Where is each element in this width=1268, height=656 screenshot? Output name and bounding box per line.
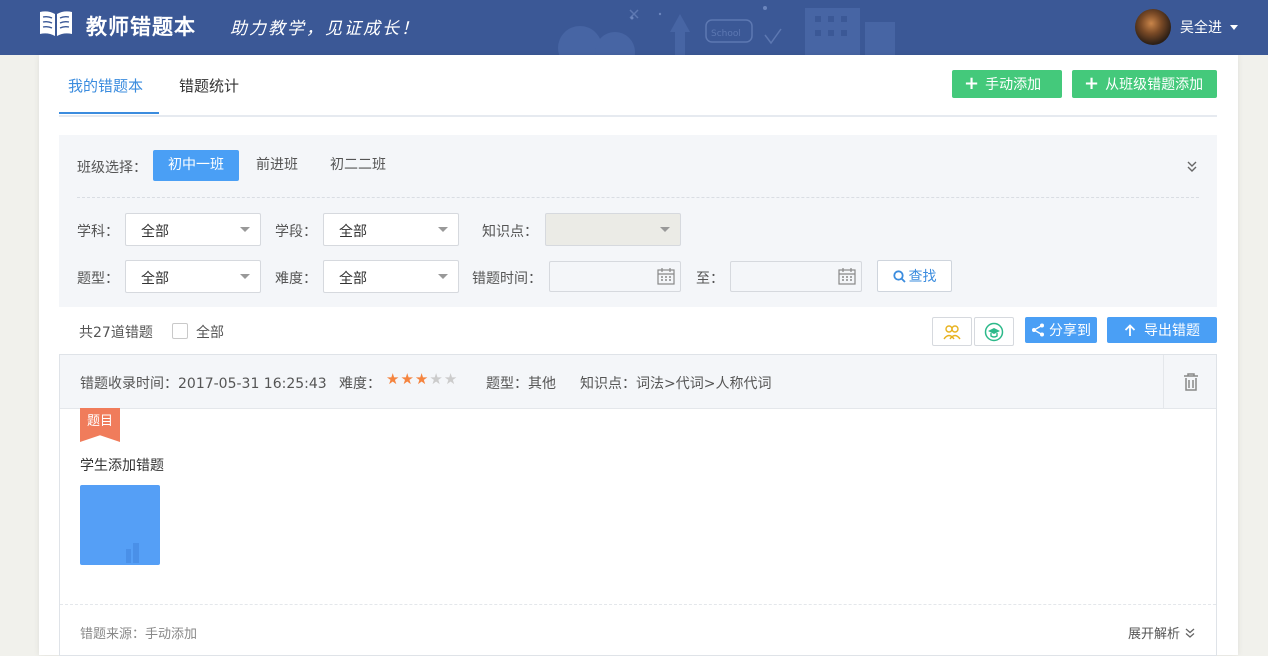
graduation-cap-icon [984, 322, 1004, 341]
plus-icon: + [1084, 73, 1100, 94]
to-label: 至： [696, 271, 724, 287]
stage-label: 学段： [275, 224, 317, 240]
share-icon [1032, 323, 1044, 337]
expand-analysis-button[interactable]: 展开解析 [1128, 623, 1196, 642]
subject-select[interactable]: 全部 [125, 213, 261, 246]
dropdown-arrow-icon [660, 227, 670, 232]
subject-value: 全部 [141, 224, 169, 240]
avatar [1135, 9, 1171, 45]
chevron-double-down-icon [1185, 628, 1195, 638]
caret-down-icon [1230, 24, 1238, 30]
knowledge-label: 知识点： [482, 224, 538, 240]
knowledge-select[interactable] [545, 213, 681, 246]
class-pill-3[interactable]: 初二二班 [315, 150, 401, 181]
select-all-checkbox[interactable] [172, 323, 188, 339]
select-all-label: 全部 [196, 325, 224, 341]
arrow-up-icon [1124, 323, 1136, 336]
manual-add-button[interactable]: + 手动添加 [952, 70, 1062, 98]
top-header: School 教师错题本 助力教学，见证成长！ 吴全进 [0, 0, 1268, 55]
class-select-label: 班级选择： [77, 160, 147, 176]
star-icon: ★ [400, 370, 414, 388]
share-to-button[interactable]: 分享到 [1025, 317, 1097, 343]
school-skyline-decoration: School [558, 6, 895, 55]
filter-panel: 班级选择： 初中一班 前进班 初二二班 学科： 全部 学段： 全部 知识点： 题… [59, 135, 1217, 307]
calendar-icon [838, 268, 856, 285]
dropdown-arrow-icon [438, 227, 448, 232]
dropdown-arrow-icon [240, 274, 250, 279]
class-pill-1[interactable]: 初中一班 [153, 150, 239, 181]
collect-time: 错题收录时间：2017-05-31 16:25:43 [80, 376, 327, 392]
type-value: 全部 [141, 271, 169, 287]
difficulty-value: 全部 [339, 271, 367, 287]
active-tab-indicator [59, 112, 159, 114]
type-label: 题型： [77, 271, 119, 287]
image-thumbnail-icon [126, 543, 139, 563]
chevron-double-down-icon[interactable] [1185, 159, 1199, 173]
expand-analysis-label: 展开解析 [1127, 627, 1180, 642]
manual-add-label: 手动添加 [985, 77, 1042, 93]
type-select[interactable]: 全部 [125, 260, 261, 293]
time-label: 错题时间： [472, 271, 542, 287]
tab-statistics[interactable]: 错题统计 [179, 75, 239, 96]
search-icon [892, 269, 906, 283]
search-label: 查找 [908, 269, 937, 285]
share-to-label: 分享到 [1049, 323, 1091, 339]
star-icon: ★ [429, 370, 443, 388]
question-header: 错题收录时间：2017-05-31 16:25:43 难度： ★ ★ ★ ★ ★… [60, 355, 1216, 409]
export-label: 导出错题 [1144, 323, 1200, 339]
tab-bar: 我的错题本 错题统计 + 手动添加 + 从班级错题添加 [59, 55, 1217, 117]
stage-select[interactable]: 全部 [323, 213, 459, 246]
start-date-field[interactable] [549, 261, 681, 292]
trash-icon [1183, 372, 1198, 391]
star-icon: ★ [443, 370, 458, 388]
share-class-button[interactable] [974, 317, 1014, 346]
delete-button[interactable] [1163, 355, 1217, 408]
end-date-field[interactable] [730, 261, 862, 292]
dropdown-arrow-icon [438, 274, 448, 279]
question-source: 错题来源：手动添加 [80, 627, 198, 642]
difficulty-label: 难度： [275, 271, 317, 287]
subject-label: 学科： [77, 224, 119, 240]
share-students-button[interactable] [932, 317, 972, 346]
filter-divider [77, 197, 1199, 198]
tab-my-notebook[interactable]: 我的错题本 [68, 75, 143, 96]
class-pill-2[interactable]: 前进班 [241, 150, 313, 181]
question-content: 学生添加错题 [80, 458, 164, 474]
question-knowledge: 知识点：词法>代词>人称代词 [580, 376, 772, 392]
users-icon [943, 324, 961, 339]
error-count: 共27道错题 [79, 325, 153, 341]
calendar-icon [657, 268, 675, 285]
question-type: 题型：其他 [486, 376, 556, 392]
user-menu[interactable]: 吴全进 [1135, 7, 1238, 47]
slogan: 助力教学，见证成长！ [230, 19, 420, 39]
difficulty-select[interactable]: 全部 [323, 260, 459, 293]
question-ribbon: 题目 [80, 408, 120, 442]
footer-divider [60, 604, 1216, 605]
question-card: 错题收录时间：2017-05-31 16:25:43 难度： ★ ★ ★ ★ ★… [59, 354, 1217, 656]
app-title: 教师错题本 [86, 15, 196, 39]
search-button[interactable]: 查找 [877, 260, 952, 292]
add-from-class-button[interactable]: + 从班级错题添加 [1072, 70, 1217, 98]
user-name: 吴全进 [1180, 20, 1222, 36]
dropdown-arrow-icon [240, 227, 250, 232]
plus-icon: + [964, 73, 980, 94]
export-button[interactable]: 导出错题 [1107, 317, 1217, 343]
star-icon: ★ [414, 370, 429, 388]
stage-value: 全部 [339, 224, 367, 240]
svg-text:School: School [711, 29, 741, 39]
difficulty-meta-label: 难度： [339, 376, 381, 392]
difficulty-stars: ★ ★ ★ ★ ★ [386, 372, 458, 387]
add-from-class-label: 从班级错题添加 [1105, 77, 1204, 93]
star-icon: ★ [386, 370, 400, 388]
question-image[interactable] [80, 485, 160, 565]
book-logo-icon [40, 11, 72, 37]
main-card: 我的错题本 错题统计 + 手动添加 + 从班级错题添加 班级选择： 初中一班 前… [39, 55, 1238, 656]
